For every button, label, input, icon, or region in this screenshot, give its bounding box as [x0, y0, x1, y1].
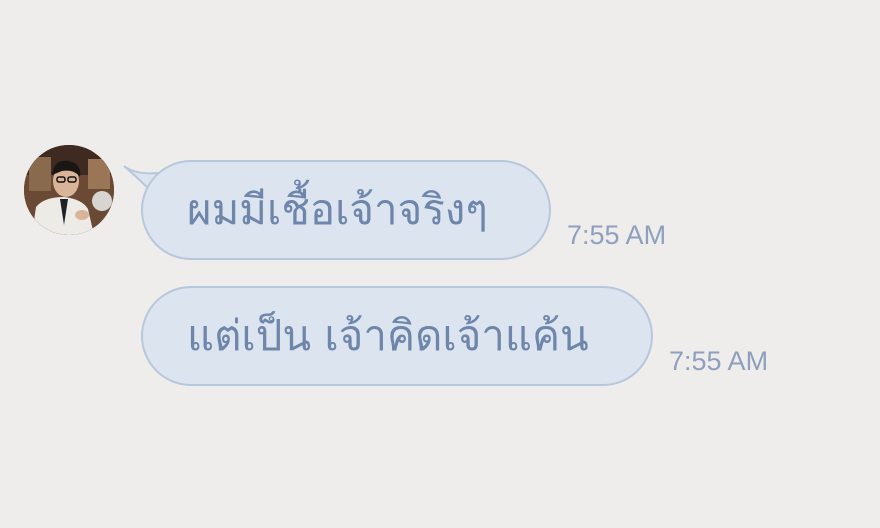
- message-text: แต่เป็น เจ้าคิดเจ้าแค้น: [187, 311, 589, 360]
- message-timestamp: 7:55 AM: [567, 220, 667, 250]
- chat-window: ผมมีเชื้อเจ้าจริงๆ 7:55 AM แต่เป็น เจ้าค…: [0, 0, 880, 528]
- message-bubble[interactable]: ผมมีเชื้อเจ้าจริงๆ: [141, 160, 551, 260]
- message-timestamp: 7:55 AM: [669, 346, 769, 376]
- message-bubble[interactable]: แต่เป็น เจ้าคิดเจ้าแค้น: [141, 286, 653, 386]
- contact-avatar[interactable]: [24, 145, 114, 235]
- message-text: ผมมีเชื้อเจ้าจริงๆ: [187, 185, 488, 234]
- profile-photo-icon: [24, 145, 114, 235]
